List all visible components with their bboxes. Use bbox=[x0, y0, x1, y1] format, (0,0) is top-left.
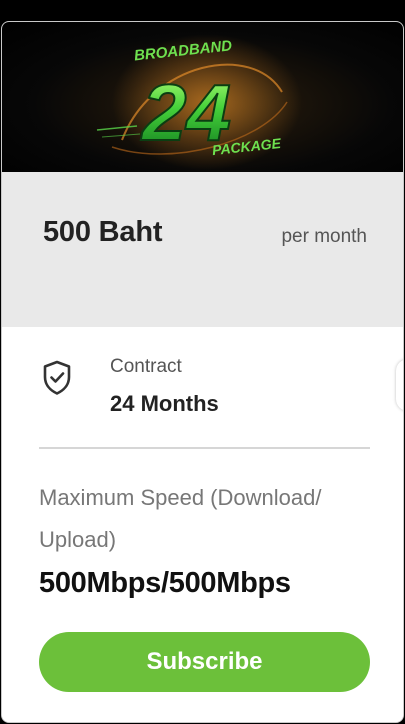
next-card-edge bbox=[396, 359, 403, 411]
price-amount: 500 Baht bbox=[43, 216, 163, 248]
shield-check-icon bbox=[43, 360, 71, 395]
divider bbox=[39, 447, 370, 449]
subscribe-button[interactable]: Subscribe bbox=[39, 632, 370, 692]
broadband-24-logo: BROADBAND 24 PACKAGE bbox=[96, 34, 302, 170]
top-strip bbox=[0, 0, 405, 22]
price-period: per month bbox=[281, 226, 367, 247]
price-panel: 500 Baht per month bbox=[2, 172, 403, 327]
package-details: Contract 24 Months Maximum Speed (Downlo… bbox=[2, 327, 403, 722]
contract-label: Contract bbox=[110, 356, 182, 377]
speed-label: Maximum Speed (Download/ Upload) bbox=[39, 485, 322, 552]
package-banner: BROADBAND 24 PACKAGE bbox=[2, 22, 403, 172]
contract-value: 24 Months bbox=[110, 391, 219, 416]
speed-value: 500Mbps/500Mbps bbox=[39, 567, 291, 599]
package-card: BROADBAND 24 PACKAGE 500 Baht per month … bbox=[1, 21, 404, 723]
